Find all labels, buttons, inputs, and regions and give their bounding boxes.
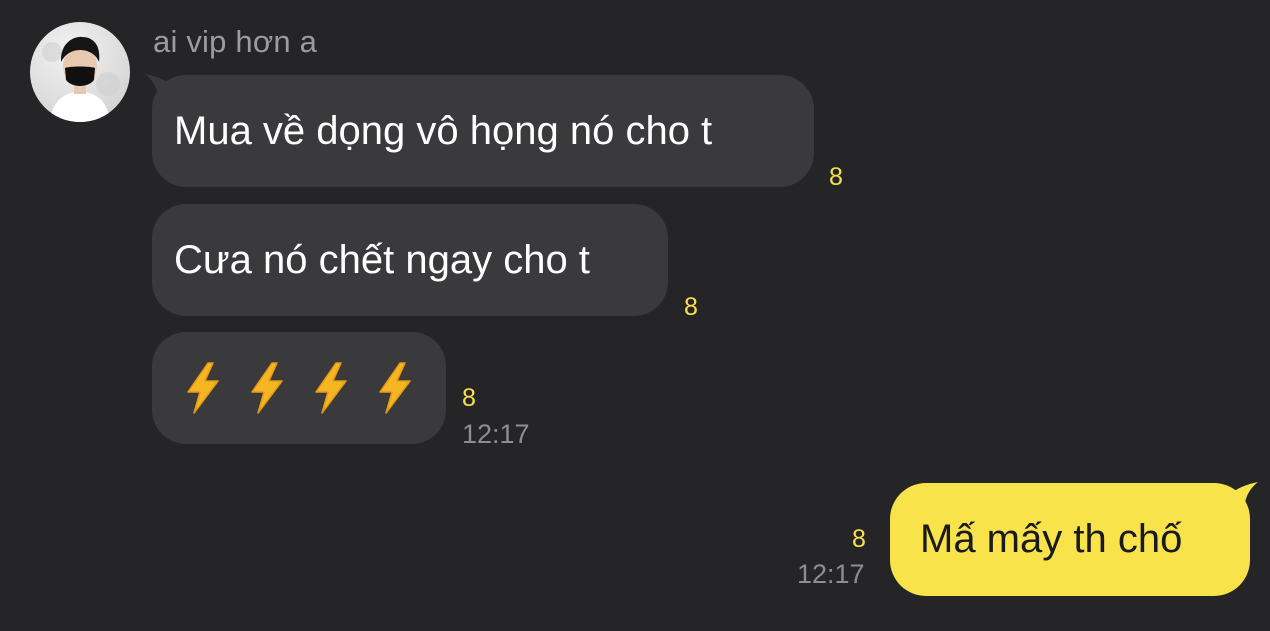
- incoming-message-bubble[interactable]: Mua về dọng vô họng nó cho t: [152, 75, 814, 187]
- message-text: Mấ mấy th chố: [920, 517, 1183, 561]
- message-text: Cưa nó chết ngay cho t: [174, 238, 590, 282]
- unread-count: 8: [852, 525, 866, 553]
- message-timestamp: 12:17: [462, 419, 530, 449]
- avatar[interactable]: [30, 22, 130, 122]
- lightning-bolt-icon: [251, 362, 283, 414]
- unread-count: 8: [462, 384, 476, 412]
- message-timestamp: 12:17: [797, 559, 865, 589]
- sender-name: ai vip hơn a: [153, 24, 318, 59]
- unread-count: 8: [829, 163, 843, 191]
- message-text: Mua về dọng vô họng nó cho t: [174, 109, 713, 153]
- lightning-bolt-icon: [187, 362, 219, 414]
- avatar-photo: [42, 36, 120, 122]
- incoming-emoji-bubble[interactable]: ⚡⚡⚡⚡: [152, 332, 446, 444]
- lightning-bolt-icon: [315, 362, 347, 414]
- lightning-bolt-icon: [379, 362, 411, 414]
- outgoing-message-bubble[interactable]: Mấ mấy th chố: [890, 483, 1250, 596]
- incoming-message-bubble[interactable]: Cưa nó chết ngay cho t: [152, 204, 668, 316]
- unread-count: 8: [684, 293, 698, 321]
